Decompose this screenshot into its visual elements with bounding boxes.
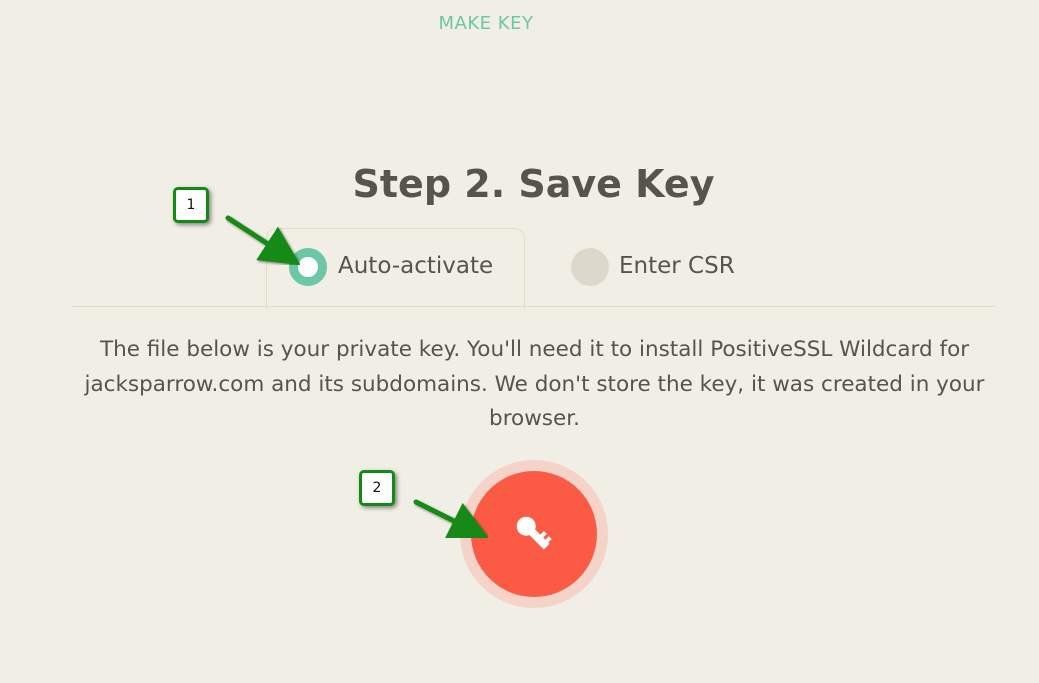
save-key-page: MAKE KEY Step 2. Save Key Auto-activate … xyxy=(0,0,1039,683)
tab-divider xyxy=(72,306,996,307)
auto-activate-label[interactable]: Auto-activate xyxy=(338,253,493,279)
auto-activate-radio[interactable] xyxy=(289,248,327,286)
make-key-link[interactable]: MAKE KEY xyxy=(0,13,972,34)
callout-badge-2: 2 xyxy=(359,470,395,506)
key-icon xyxy=(516,516,552,550)
download-key-button[interactable] xyxy=(471,471,597,597)
callout-badge-1: 1 xyxy=(173,187,209,223)
page-title: Step 2. Save Key xyxy=(352,162,715,206)
enter-csr-label[interactable]: Enter CSR xyxy=(619,253,735,279)
enter-csr-radio[interactable] xyxy=(571,248,609,286)
private-key-info-text: The file below is your private key. You'… xyxy=(84,337,985,431)
